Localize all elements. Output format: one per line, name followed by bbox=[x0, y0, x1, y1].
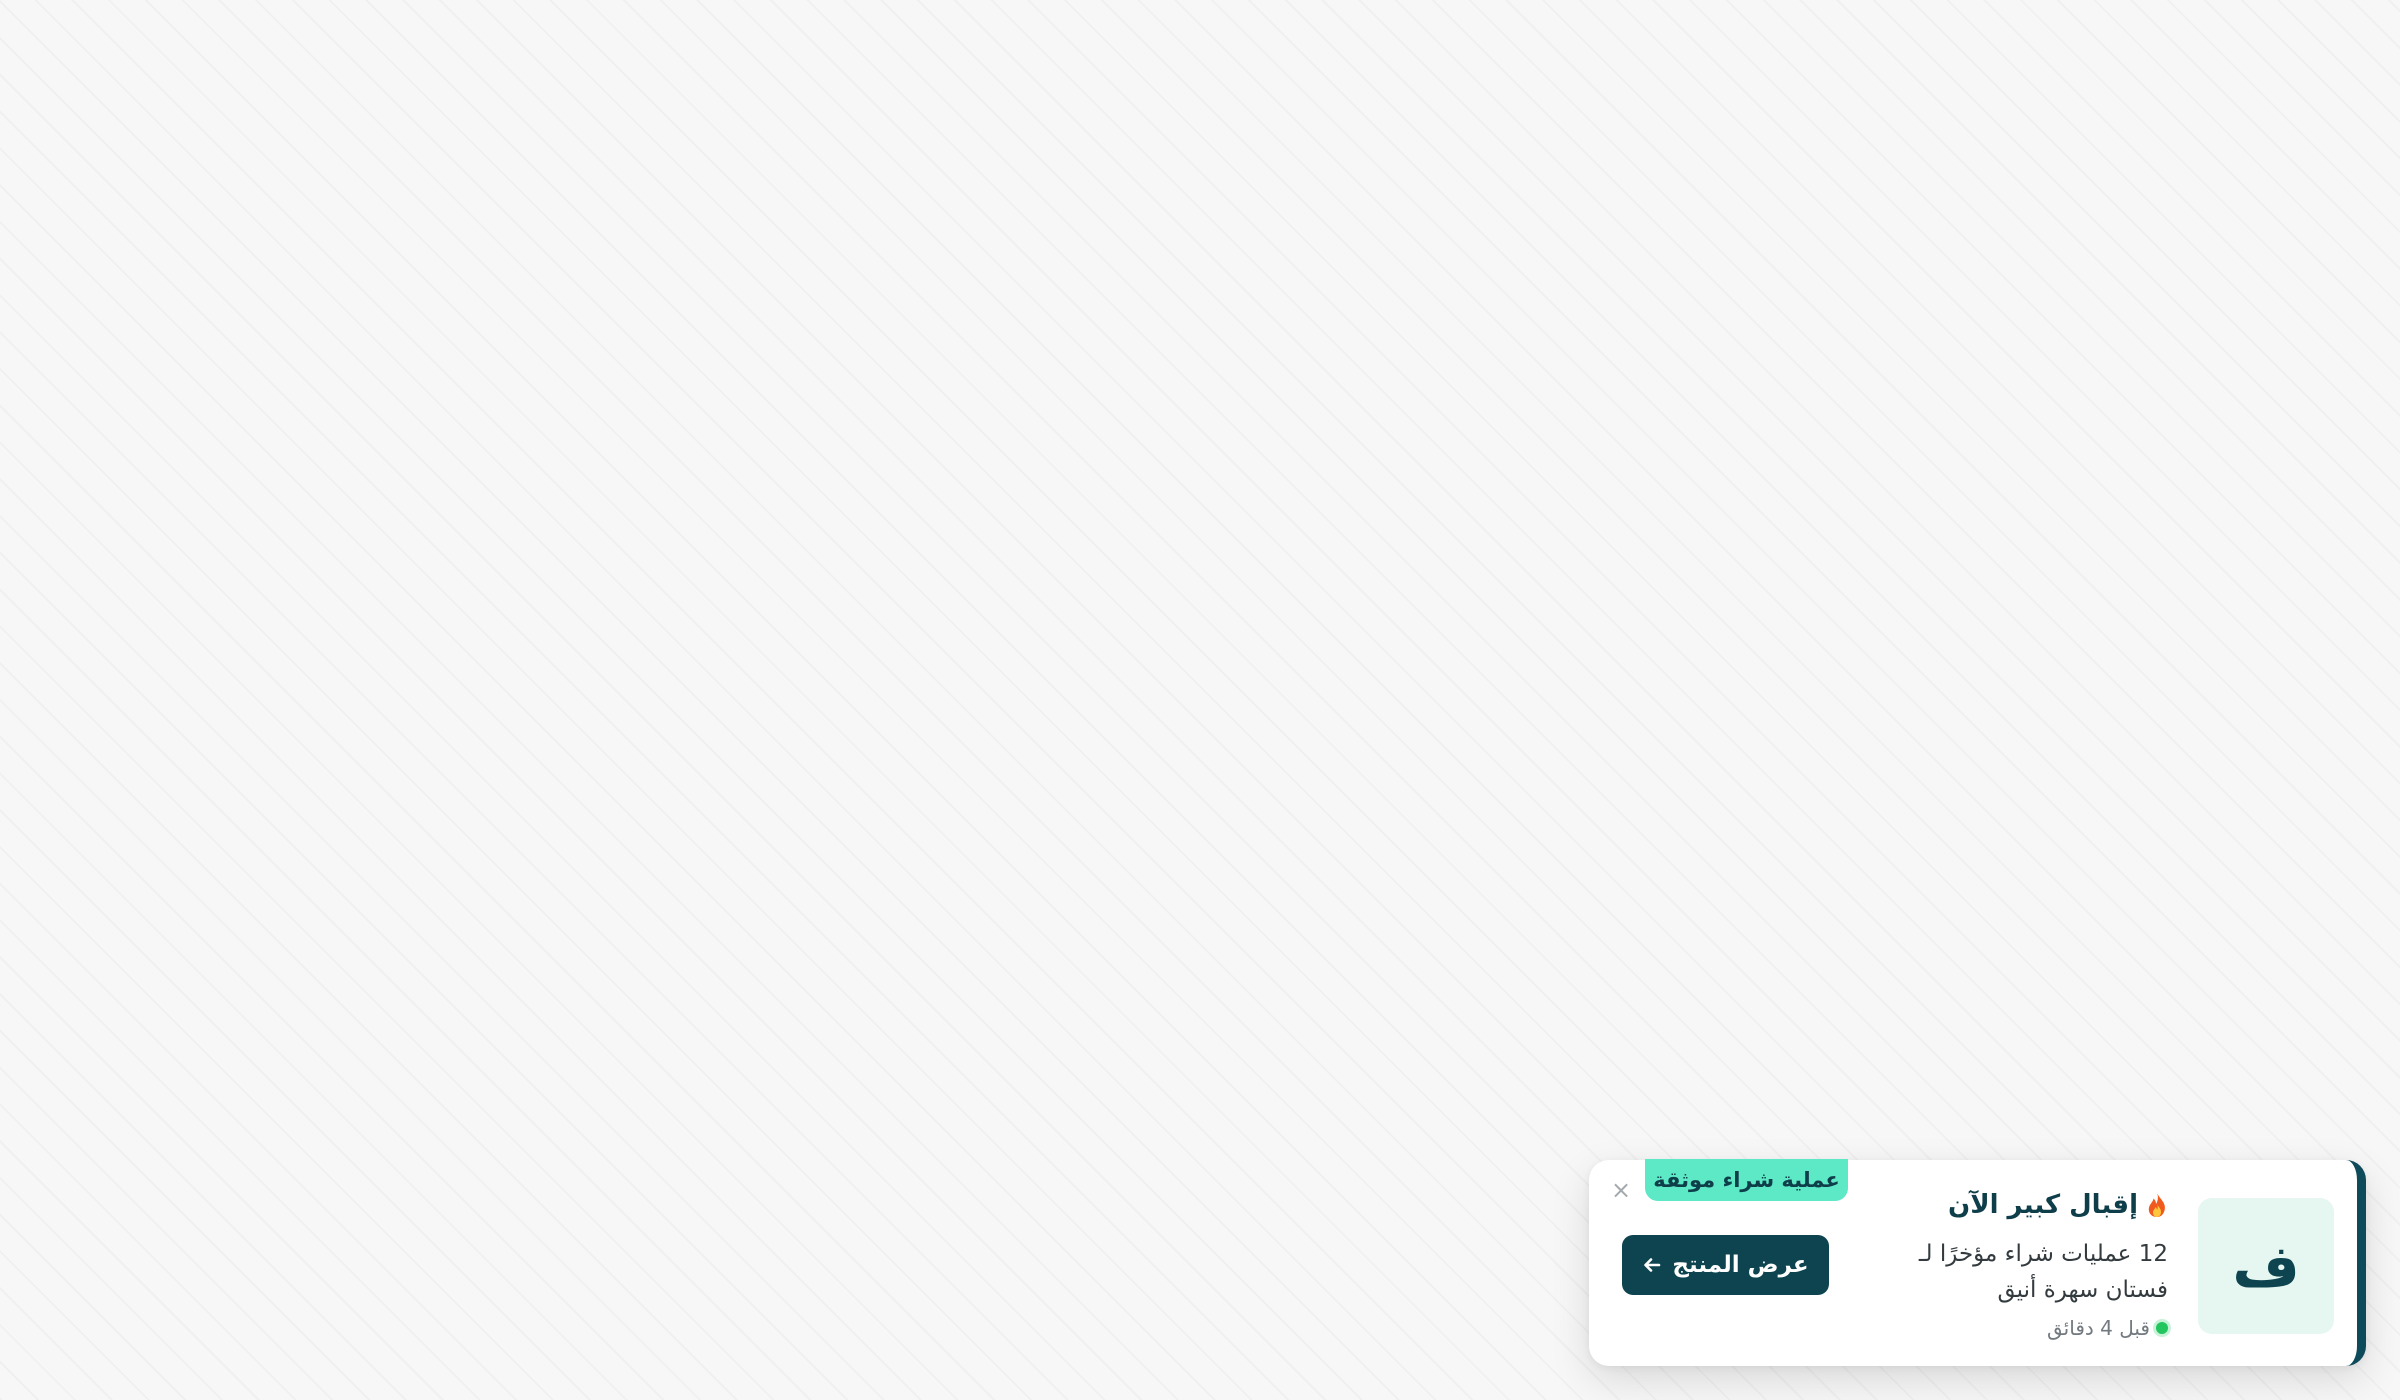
headline-text: إقبال كبير الآن bbox=[1948, 1190, 2138, 1220]
time-row: قبل 4 دقائق bbox=[1878, 1316, 2168, 1340]
purchase-message: 12 عمليات شراء مؤخرًا لـ فستان سهرة أنيق bbox=[1918, 1241, 2168, 1303]
close-icon: × bbox=[1610, 1176, 1632, 1204]
product-thumbnail[interactable]: ف bbox=[2198, 1198, 2334, 1334]
live-dot-icon bbox=[2156, 1322, 2168, 1334]
time-ago: قبل 4 دقائق bbox=[2046, 1316, 2150, 1340]
verified-purchase-badge: عملية شراء موثقة bbox=[1645, 1159, 1848, 1201]
view-product-button[interactable]: عرض المنتج bbox=[1622, 1235, 1829, 1295]
social-proof-toast: عملية شراء موثقة × ف إقبال كبير الآن 12 … bbox=[1589, 1159, 2366, 1366]
toast-content: إقبال كبير الآن 12 عمليات شراء مؤخرًا لـ… bbox=[1878, 1186, 2168, 1340]
view-product-label: عرض المنتج bbox=[1672, 1252, 1809, 1278]
thumbnail-letter: ف bbox=[2232, 1232, 2300, 1300]
toast-headline: إقبال كبير الآن bbox=[1878, 1186, 2168, 1224]
arrow-left-icon bbox=[1642, 1255, 1662, 1275]
close-button[interactable]: × bbox=[1606, 1175, 1636, 1205]
fire-icon bbox=[2146, 1191, 2168, 1219]
